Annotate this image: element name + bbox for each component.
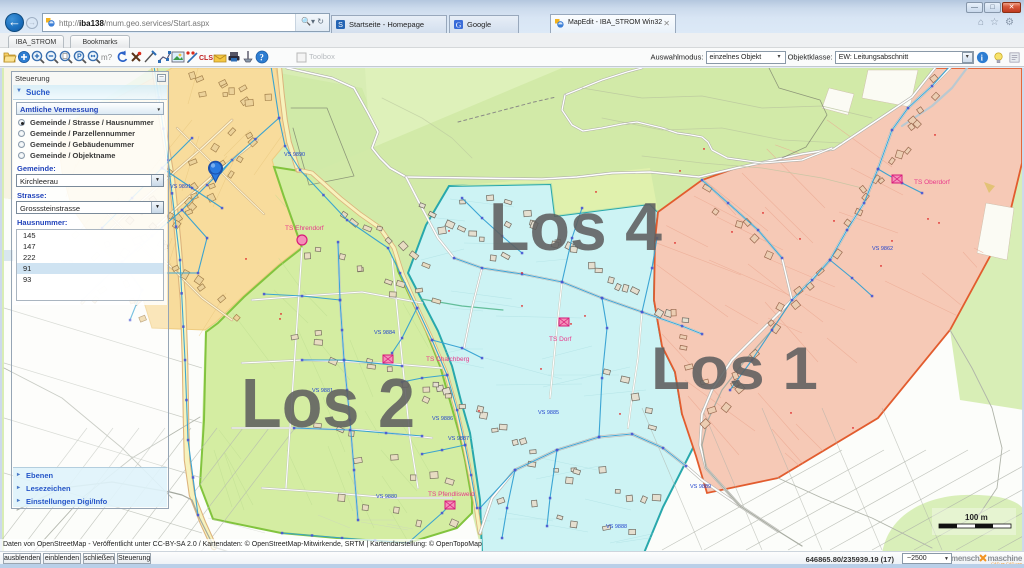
svg-text:VS 9888: VS 9888 <box>606 524 627 530</box>
svg-text:VS 9862: VS 9862 <box>872 246 893 252</box>
svg-text:TS Dorf: TS Dorf <box>549 336 572 343</box>
svg-text:Los 1: Los 1 <box>651 335 818 402</box>
svg-text:VS 9886: VS 9886 <box>432 416 453 422</box>
svg-text:?: ? <box>259 52 264 62</box>
svg-text:VS 9889: VS 9889 <box>690 484 711 490</box>
svg-text:Los 4: Los 4 <box>489 189 662 265</box>
svg-text:TS Ehrendorf: TS Ehrendorf <box>285 225 324 232</box>
svg-text:VS 9891: VS 9891 <box>170 184 191 190</box>
svg-text:P: P <box>77 53 82 60</box>
svg-text:VS 9885: VS 9885 <box>538 410 559 416</box>
svg-text:TS Pfendlisweid: TS Pfendlisweid <box>428 491 475 498</box>
svg-text:m?: m? <box>101 53 113 62</box>
svg-text:CLS: CLS <box>199 55 213 62</box>
svg-text:VS 9887: VS 9887 <box>448 436 469 442</box>
svg-text:VS 9890: VS 9890 <box>284 152 305 158</box>
svg-text:S: S <box>338 20 343 29</box>
svg-text:100 m: 100 m <box>965 513 988 522</box>
svg-text:G: G <box>456 21 462 29</box>
svg-text:TS Oberdorf: TS Oberdorf <box>914 179 950 186</box>
svg-text:VS 9880: VS 9880 <box>376 494 397 500</box>
svg-text:VS 9884: VS 9884 <box>374 330 395 336</box>
svg-text:Los 2: Los 2 <box>241 364 415 442</box>
svg-text:TS Chalchberg: TS Chalchberg <box>426 356 470 363</box>
